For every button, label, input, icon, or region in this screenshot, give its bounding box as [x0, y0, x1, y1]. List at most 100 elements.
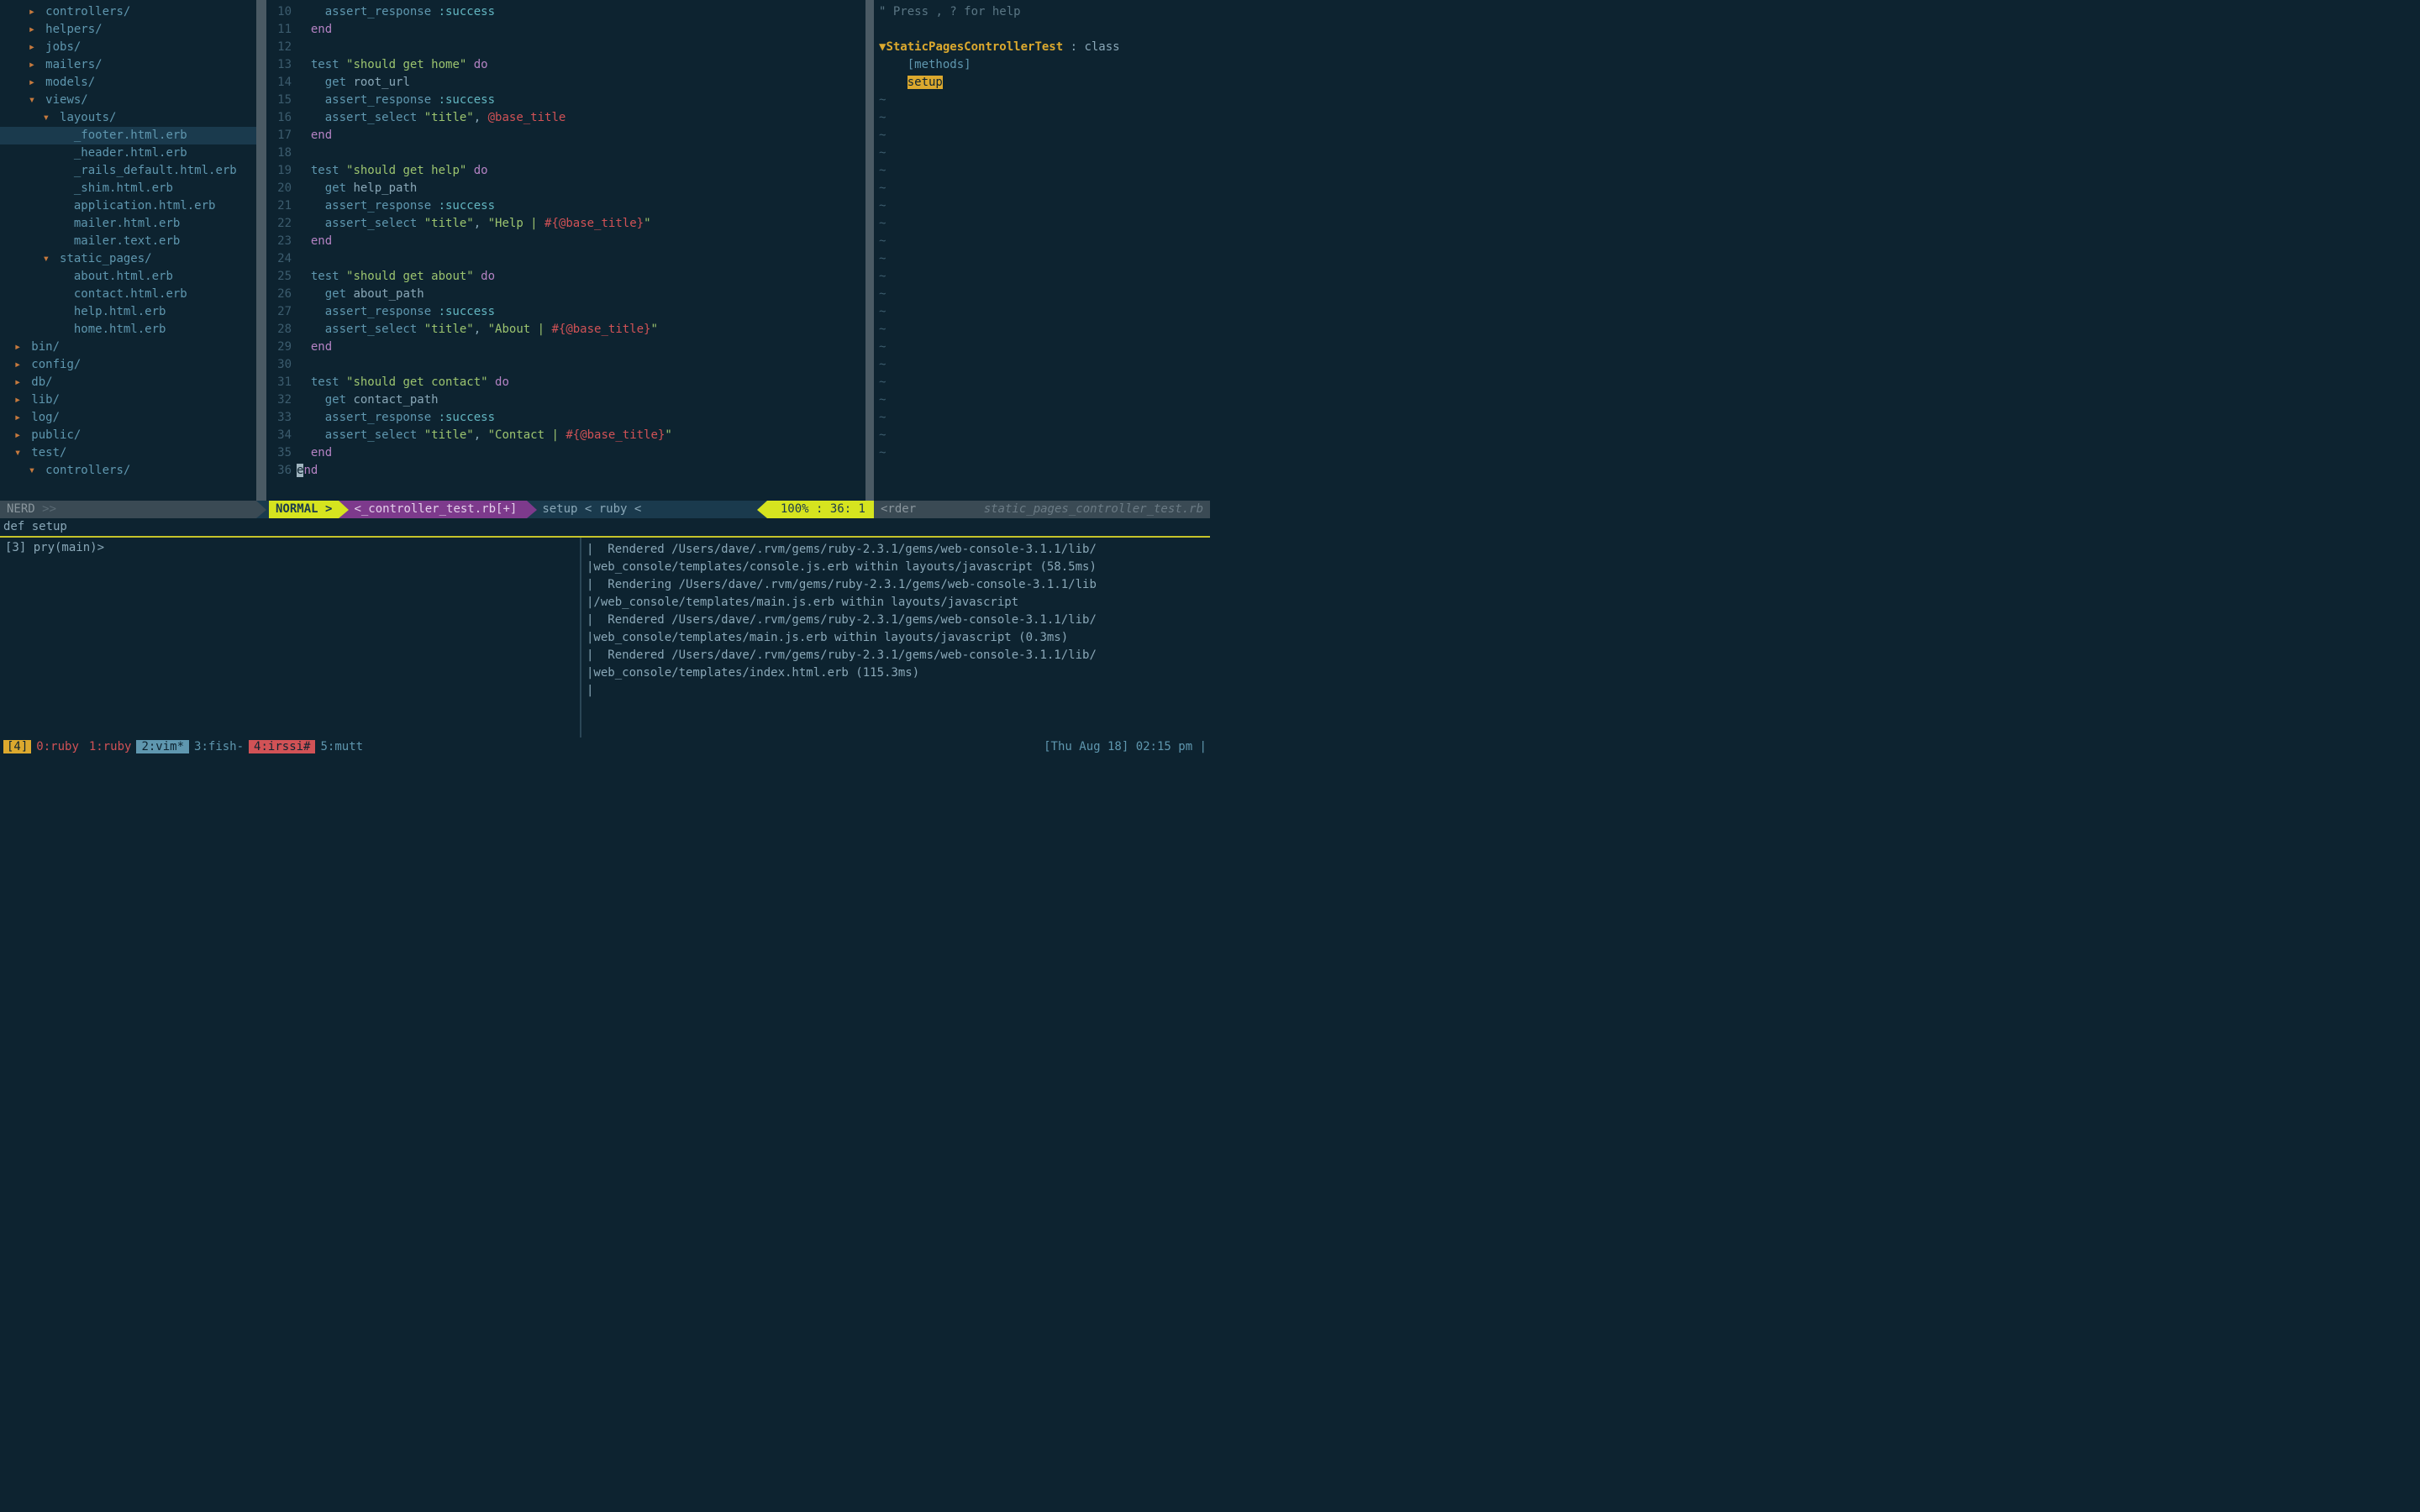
- log-line: |web_console/templates/index.html.erb (1…: [587, 664, 1205, 682]
- code-line[interactable]: end: [297, 127, 865, 144]
- code-line[interactable]: end: [297, 339, 865, 356]
- tmux-window[interactable]: 3:fish-: [189, 740, 249, 753]
- tree-folder[interactable]: ▸ log/: [0, 409, 256, 427]
- rails-log-pane[interactable]: | Rendered /Users/dave/.rvm/gems/ruby-2.…: [581, 538, 1210, 738]
- tagbar-empty: ~: [879, 356, 1210, 374]
- tree-folder[interactable]: ▾ static_pages/: [0, 250, 256, 268]
- code-line[interactable]: assert_response :success: [297, 92, 865, 109]
- tree-folder[interactable]: ▸ config/: [0, 356, 256, 374]
- log-line: |/web_console/templates/main.js.erb with…: [587, 594, 1205, 612]
- tree-folder[interactable]: ▸ models/: [0, 74, 256, 92]
- code-line[interactable]: get root_url: [297, 74, 865, 92]
- tree-file[interactable]: help.html.erb: [0, 303, 256, 321]
- code-line[interactable]: assert_response :success: [297, 197, 865, 215]
- tagbar-empty: ~: [879, 215, 1210, 233]
- tagbar-empty: ~: [879, 197, 1210, 215]
- line-number: 35: [266, 444, 297, 462]
- tagbar-methods[interactable]: [methods]: [879, 56, 1210, 74]
- tmux-window[interactable]: 4:irssi#: [249, 740, 315, 753]
- line-number: 10: [266, 3, 297, 21]
- pry-prompt: [3] pry(main)>: [5, 541, 575, 554]
- tmux-clock: [Thu Aug 18] 02:15 pm |: [1044, 740, 1207, 753]
- tree-folder[interactable]: ▾ layouts/: [0, 109, 256, 127]
- code-line[interactable]: assert_response :success: [297, 3, 865, 21]
- tree-file[interactable]: _header.html.erb: [0, 144, 256, 162]
- tree-folder[interactable]: ▸ bin/: [0, 339, 256, 356]
- code-line[interactable]: get about_path: [297, 286, 865, 303]
- code-line[interactable]: end: [297, 462, 865, 480]
- code-line[interactable]: [297, 356, 865, 374]
- tagbar-method-selected[interactable]: setup: [879, 74, 1210, 92]
- code-line[interactable]: test "should get help" do: [297, 162, 865, 180]
- tree-file[interactable]: _rails_default.html.erb: [0, 162, 256, 180]
- code-line[interactable]: test "should get contact" do: [297, 374, 865, 391]
- code-line[interactable]: end: [297, 233, 865, 250]
- tree-file[interactable]: home.html.erb: [0, 321, 256, 339]
- code-line[interactable]: test "should get home" do: [297, 56, 865, 74]
- code-line[interactable]: assert_select "title", "Help | #{@base_t…: [297, 215, 865, 233]
- status-file-segment: <_controller_test.rb[+]: [339, 501, 527, 518]
- line-number: 13: [266, 56, 297, 74]
- line-number: 24: [266, 250, 297, 268]
- tagbar-empty: ~: [879, 427, 1210, 444]
- line-number: 12: [266, 39, 297, 56]
- code-line[interactable]: assert_response :success: [297, 409, 865, 427]
- code-line[interactable]: end: [297, 444, 865, 462]
- code-line[interactable]: [297, 39, 865, 56]
- status-nerd-segment: NERD >>: [0, 501, 256, 518]
- log-line: | Rendered /Users/dave/.rvm/gems/ruby-2.…: [587, 647, 1205, 664]
- code-line[interactable]: assert_select "title", "About | #{@base_…: [297, 321, 865, 339]
- tree-file[interactable]: mailer.text.erb: [0, 233, 256, 250]
- tree-folder[interactable]: ▾ test/: [0, 444, 256, 462]
- line-number: 33: [266, 409, 297, 427]
- tree-folder[interactable]: ▸ db/: [0, 374, 256, 391]
- tree-folder[interactable]: ▸ controllers/: [0, 3, 256, 21]
- code-line[interactable]: [297, 250, 865, 268]
- code-line[interactable]: [297, 144, 865, 162]
- code-line[interactable]: get help_path: [297, 180, 865, 197]
- tree-file[interactable]: application.html.erb: [0, 197, 256, 215]
- code-line[interactable]: assert_response :success: [297, 303, 865, 321]
- line-number: 26: [266, 286, 297, 303]
- tagbar-panel[interactable]: " Press , ? for help ▼StaticPagesControl…: [874, 0, 1210, 501]
- tmux-statusbar[interactable]: [4]0:ruby1:ruby2:vim*3:fish-4:irssi#5:mu…: [0, 738, 1210, 756]
- tmux-window[interactable]: 1:ruby: [84, 740, 137, 753]
- tmux-window[interactable]: 2:vim*: [136, 740, 189, 753]
- code-line[interactable]: test "should get about" do: [297, 268, 865, 286]
- tagbar-empty: ~: [879, 444, 1210, 462]
- split-border[interactable]: [865, 0, 874, 501]
- line-number: 28: [266, 321, 297, 339]
- tree-folder[interactable]: ▾ views/: [0, 92, 256, 109]
- tmux-window[interactable]: 5:mutt: [315, 740, 368, 753]
- log-line: | Rendered /Users/dave/.rvm/gems/ruby-2.…: [587, 612, 1205, 629]
- tree-file[interactable]: about.html.erb: [0, 268, 256, 286]
- line-number: 27: [266, 303, 297, 321]
- code-line[interactable]: assert_select "title", @base_title: [297, 109, 865, 127]
- tree-folder[interactable]: ▸ public/: [0, 427, 256, 444]
- code-editor[interactable]: 1011121314151617181920212223242526272829…: [266, 0, 865, 501]
- tree-folder[interactable]: ▸ jobs/: [0, 39, 256, 56]
- split-border[interactable]: [256, 0, 266, 501]
- tmux-session[interactable]: [4]: [3, 740, 31, 753]
- tree-file[interactable]: contact.html.erb: [0, 286, 256, 303]
- nerdtree-panel[interactable]: ▸ controllers/ ▸ helpers/ ▸ jobs/ ▸ mail…: [0, 0, 256, 501]
- status-context-segment: setup < ruby <: [527, 501, 767, 518]
- tree-folder[interactable]: ▸ helpers/: [0, 21, 256, 39]
- tree-folder[interactable]: ▸ mailers/: [0, 56, 256, 74]
- code-line[interactable]: end: [297, 21, 865, 39]
- tree-file[interactable]: mailer.html.erb: [0, 215, 256, 233]
- vim-cmdline[interactable]: def setup: [0, 518, 1210, 536]
- tmux-window[interactable]: 0:ruby: [31, 740, 84, 753]
- code-line[interactable]: get contact_path: [297, 391, 865, 409]
- code-content[interactable]: assert_response :success end test "shoul…: [297, 0, 865, 501]
- pry-pane[interactable]: [3] pry(main)>: [0, 538, 580, 738]
- tree-file[interactable]: _shim.html.erb: [0, 180, 256, 197]
- tagbar-class[interactable]: ▼StaticPagesControllerTest : class: [879, 39, 1210, 56]
- tagbar-hint: " Press , ? for help: [879, 3, 1210, 21]
- tagbar-empty: ~: [879, 109, 1210, 127]
- tree-folder[interactable]: ▾ controllers/: [0, 462, 256, 480]
- tree-file[interactable]: _footer.html.erb: [0, 127, 256, 144]
- log-line: | Rendering /Users/dave/.rvm/gems/ruby-2…: [587, 576, 1205, 594]
- code-line[interactable]: assert_select "title", "Contact | #{@bas…: [297, 427, 865, 444]
- tree-folder[interactable]: ▸ lib/: [0, 391, 256, 409]
